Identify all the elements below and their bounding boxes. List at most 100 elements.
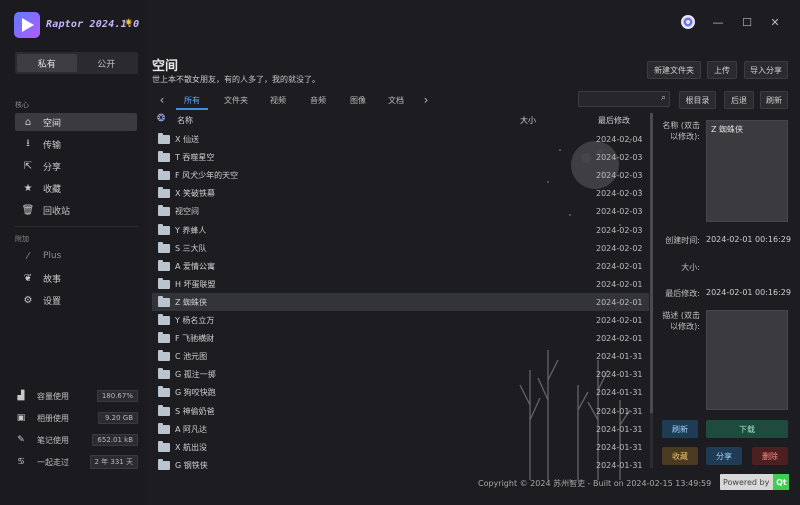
stat-notes: ✎ 笔记使用 652.01 kB [15, 432, 138, 448]
footer-copyright: Copyright © 2024 苏州智吏 - Built on 2024-02… [478, 479, 712, 488]
detail-name-label: 名称 (双击以修改): [662, 121, 700, 141]
detail-size-label: 大小: [681, 263, 700, 272]
nav-item-story[interactable]: ❦ 故事 [15, 269, 137, 287]
scope-toggle: 私有 公开 [15, 52, 138, 74]
minimize-icon[interactable]: — [708, 12, 728, 32]
column-size[interactable]: 大小 [520, 115, 536, 126]
table-row[interactable]: S 三大队 2024-02-02 [152, 239, 649, 257]
sparkle-icon: ✷ [124, 16, 134, 29]
search-input[interactable] [579, 92, 655, 106]
close-icon[interactable]: ✕ [765, 12, 785, 32]
detail-name-field[interactable]: Z 蜘蛛侠 [706, 120, 788, 222]
scope-public-button[interactable]: 公开 [77, 54, 137, 72]
column-modified[interactable]: 最后修改 [598, 115, 630, 126]
table-row[interactable]: Y 杨名立万 2024-02-01 [152, 311, 649, 329]
file-modified: 2024-02-03 [596, 152, 643, 162]
sidebar-divider [15, 226, 138, 227]
star-icon: ★ [23, 182, 33, 194]
new-folder-button[interactable]: 新建文件夹 [647, 61, 701, 79]
refresh-button[interactable]: 刷新 [760, 91, 788, 109]
section-misc-label: 附加 [15, 235, 29, 243]
table-row[interactable]: S 神偷奶爸 2024-01-31 [152, 402, 649, 420]
detail-desc-field[interactable] [706, 310, 788, 410]
table-row[interactable]: F 风犬少年的天空 2024-02-03 [152, 166, 649, 184]
file-name: T 吞噬星空 [175, 152, 215, 162]
file-modified: 2024-02-03 [596, 206, 643, 216]
import-share-button[interactable]: 导入分享 [744, 61, 788, 79]
tab-folders[interactable]: 文件夹 [218, 92, 254, 108]
nav-item-settings[interactable]: ⚙ 设置 [15, 291, 137, 309]
stat-label: 相册使用 [37, 413, 69, 423]
table-row[interactable]: G 钢铁侠 2024-01-31 [152, 456, 649, 474]
folder-icon [158, 241, 170, 253]
table-row[interactable]: T 吞噬星空 2024-02-03 [152, 148, 649, 166]
nav-item-trash[interactable]: 🗑 回收站 [15, 201, 137, 219]
tabs-prev-icon[interactable]: ‹ [154, 92, 170, 108]
table-row[interactable]: A 阿凡达 2024-01-31 [152, 420, 649, 438]
scope-private-button[interactable]: 私有 [17, 54, 77, 72]
search-icon[interactable]: ⌕ [661, 93, 666, 103]
section-core-label: 核心 [15, 101, 29, 109]
file-name: X 笑破铁幕 [175, 188, 216, 198]
table-row[interactable]: C 池元图 2024-01-31 [152, 347, 649, 365]
file-name: H 坏蛋联盟 [175, 279, 216, 289]
column-name[interactable]: 名称 [177, 115, 193, 126]
table-row[interactable]: Z 蜘蛛侠 2024-02-01 [152, 293, 649, 311]
detail-refresh-button[interactable]: 刷新 [662, 420, 698, 438]
tab-video[interactable]: 视频 [262, 92, 294, 108]
stat-label: 一起走过 [37, 457, 69, 467]
share-button[interactable]: 分享 [706, 447, 742, 465]
favorite-button[interactable]: 收藏 [662, 447, 698, 465]
upload-button[interactable]: 上传 [707, 61, 737, 79]
table-row[interactable]: F 飞驰横财 2024-02-01 [152, 329, 649, 347]
maximize-icon[interactable]: ☐ [737, 12, 757, 32]
table-row[interactable]: Y 养蜂人 2024-02-03 [152, 221, 649, 239]
root-dir-button[interactable]: 根目录 [679, 91, 716, 109]
tab-active-indicator [176, 108, 208, 110]
table-row[interactable]: X 仙送 2024-02-04 [152, 130, 649, 148]
file-list-scrollbar[interactable] [650, 113, 653, 468]
nav-item-plus[interactable]: ⁄ Plus [15, 247, 137, 265]
file-name: Y 杨名立万 [175, 315, 215, 325]
file-table-header: ❂ 名称 大小 最后修改 [152, 113, 649, 129]
stat-together: ♋ 一起走过 2 年 331 天 [15, 454, 138, 470]
nav-item-transfer[interactable]: ⭳ 传输 [15, 135, 137, 153]
folder-icon [158, 422, 170, 434]
folder-icon [158, 349, 170, 361]
tab-audio[interactable]: 音频 [302, 92, 334, 108]
nav-item-label: Plus [43, 251, 62, 261]
back-button[interactable]: 后退 [724, 91, 754, 109]
nav-item-favorites[interactable]: ★ 收藏 [15, 179, 137, 197]
nav-item-label: 回收站 [43, 206, 71, 217]
tab-docs[interactable]: 文档 [380, 92, 412, 108]
file-modified: 2024-02-02 [596, 243, 643, 253]
stat-value: 9.20 GB [98, 412, 138, 424]
table-row[interactable]: X 航出没 2024-01-31 [152, 438, 649, 456]
share-icon: ⇱ [23, 160, 33, 172]
table-row[interactable]: H 坏蛋联盟 2024-02-01 [152, 275, 649, 293]
download-button[interactable]: 下载 [706, 420, 788, 438]
table-row[interactable]: X 笑破铁幕 2024-02-03 [152, 184, 649, 202]
stat-album: ▣ 相册使用 9.20 GB [15, 410, 138, 426]
file-name: G 钢铁侠 [175, 460, 208, 470]
file-name: G 狗咬快跑 [175, 387, 216, 397]
stat-value: 2 年 331 天 [89, 455, 138, 469]
stat-label: 容量使用 [37, 391, 69, 401]
nav-item-share[interactable]: ⇱ 分享 [15, 157, 137, 175]
tab-all[interactable]: 所有 [176, 92, 208, 108]
scrollbar-thumb[interactable] [650, 113, 653, 413]
home-icon: ⌂ [24, 116, 32, 128]
tab-images[interactable]: 图像 [342, 92, 374, 108]
table-row[interactable]: G 孤注一掷 2024-01-31 [152, 365, 649, 383]
file-modified: 2024-01-31 [596, 442, 643, 452]
table-row[interactable]: G 狗咬快跑 2024-01-31 [152, 383, 649, 401]
tabs-next-icon[interactable]: › [418, 92, 434, 108]
delete-button[interactable]: 删除 [752, 447, 788, 465]
table-row[interactable]: 视空间 2024-02-03 [152, 202, 649, 220]
account-icon[interactable] [678, 12, 698, 32]
folder-icon [158, 331, 170, 343]
spinner-icon: ❂ [157, 113, 166, 124]
nav-item-space[interactable]: ⌂ 空间 [15, 113, 137, 131]
table-row[interactable]: A 爱情公寓 2024-02-01 [152, 257, 649, 275]
gear-icon: ⚙ [23, 294, 33, 306]
